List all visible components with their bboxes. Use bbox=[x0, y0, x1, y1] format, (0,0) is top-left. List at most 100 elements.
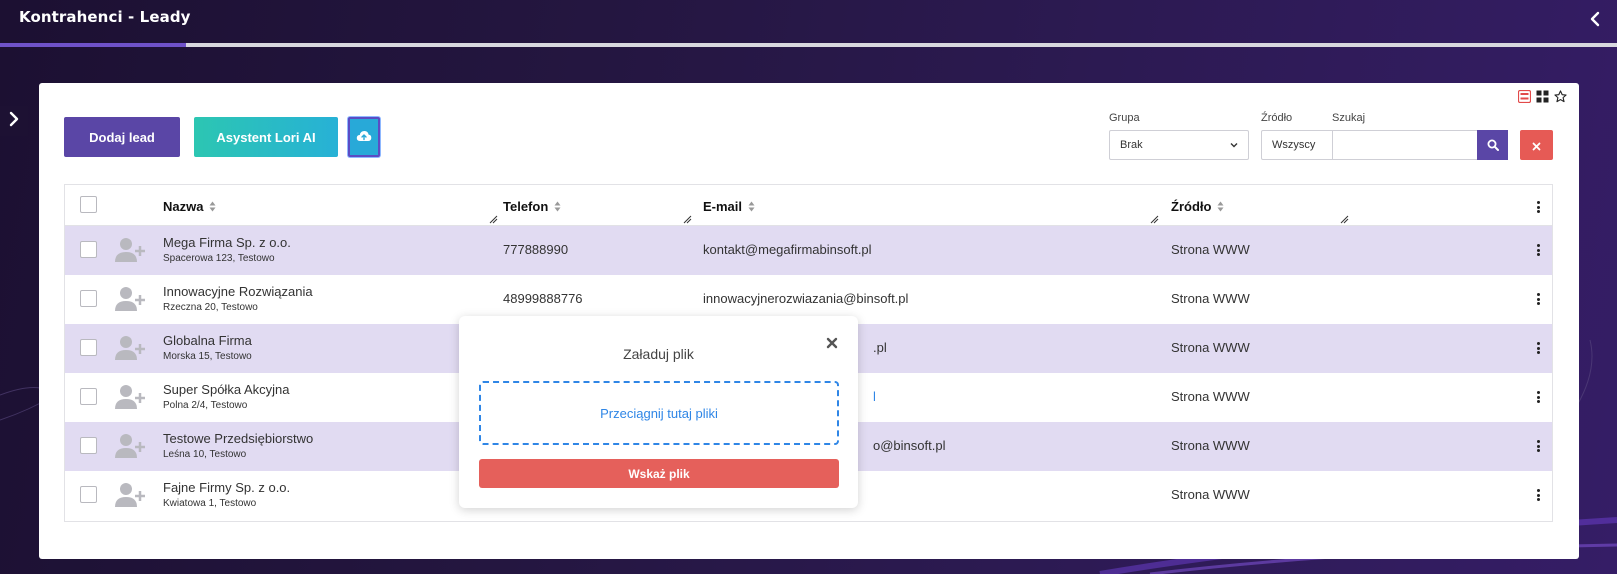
row-phone: 777888990 bbox=[503, 242, 569, 257]
row-email: l bbox=[873, 389, 876, 404]
row-source: Strona WWW bbox=[1171, 438, 1250, 453]
modal-title: Załaduj plik bbox=[623, 346, 694, 362]
column-header-email[interactable]: E-mail bbox=[703, 199, 755, 214]
row-options-icon[interactable] bbox=[1535, 340, 1541, 356]
row-source: Strona WWW bbox=[1171, 487, 1250, 502]
close-icon bbox=[1532, 136, 1541, 155]
column-resize-handle[interactable] bbox=[1340, 215, 1349, 224]
row-options-icon[interactable] bbox=[1535, 487, 1541, 503]
star-icon[interactable] bbox=[1554, 90, 1567, 103]
company-name[interactable]: Testowe Przedsiębiorstwo bbox=[163, 431, 313, 446]
column-resize-handle[interactable] bbox=[1150, 215, 1159, 224]
column-header-phone-label: Telefon bbox=[503, 199, 549, 214]
search-icon bbox=[1487, 136, 1499, 155]
table-row[interactable]: Mega Firma Sp. z o.o. Spacerowa 123, Tes… bbox=[65, 226, 1552, 275]
column-options-icon[interactable] bbox=[1535, 199, 1541, 215]
search-label: Szukaj bbox=[1332, 112, 1366, 124]
row-checkbox[interactable] bbox=[80, 339, 97, 356]
row-options-icon[interactable] bbox=[1535, 438, 1541, 454]
company-address: Leśna 10, Testowo bbox=[163, 449, 247, 460]
upload-modal: Załaduj plik Przeciągnij tutaj pliki Wsk… bbox=[459, 316, 858, 508]
row-options-icon[interactable] bbox=[1535, 389, 1541, 405]
choose-file-button[interactable]: Wskaż plik bbox=[479, 459, 839, 488]
column-resize-handle[interactable] bbox=[489, 215, 498, 224]
source-select-value: Wszyscy bbox=[1272, 139, 1316, 151]
row-email: kontakt@megafirmabinsoft.pl bbox=[703, 242, 872, 257]
row-source: Strona WWW bbox=[1171, 291, 1250, 306]
company-address: Polna 2/4, Testowo bbox=[163, 400, 248, 411]
row-email: o@binsoft.pl bbox=[873, 438, 946, 453]
sort-icon bbox=[1217, 201, 1224, 212]
group-filter-label: Grupa bbox=[1109, 112, 1140, 124]
row-name-cell: Super Spółka Akcyjna Polna 2/4, Testowo bbox=[163, 382, 289, 411]
ai-assistant-button[interactable]: Asystent Lori AI bbox=[194, 117, 338, 157]
search-button[interactable] bbox=[1477, 130, 1508, 160]
sidebar-toggle[interactable] bbox=[0, 106, 28, 136]
chevron-left-icon[interactable] bbox=[1585, 9, 1605, 29]
column-header-phone[interactable]: Telefon bbox=[503, 199, 561, 214]
group-select-value: Brak bbox=[1120, 139, 1143, 151]
column-header-name[interactable]: Nazwa bbox=[163, 199, 216, 214]
progress-bar bbox=[0, 43, 1617, 47]
row-source: Strona WWW bbox=[1171, 340, 1250, 355]
page-title: Kontrahenci - Leady bbox=[19, 8, 191, 26]
chevron-down-icon bbox=[1230, 139, 1238, 151]
row-checkbox[interactable] bbox=[80, 290, 97, 307]
row-source: Strona WWW bbox=[1171, 242, 1250, 257]
group-select[interactable]: Brak bbox=[1109, 130, 1249, 160]
table-header: Nazwa Telefon E-mail Źródło bbox=[65, 185, 1552, 226]
column-header-name-label: Nazwa bbox=[163, 199, 204, 214]
cloud-upload-icon bbox=[356, 130, 372, 145]
company-name[interactable]: Globalna Firma bbox=[163, 333, 252, 348]
add-lead-button[interactable]: Dodaj lead bbox=[64, 117, 180, 157]
add-user-icon bbox=[115, 336, 145, 360]
search-input[interactable] bbox=[1332, 130, 1477, 160]
row-checkbox[interactable] bbox=[80, 388, 97, 405]
row-source: Strona WWW bbox=[1171, 389, 1250, 404]
row-name-cell: Mega Firma Sp. z o.o. Spacerowa 123, Tes… bbox=[163, 235, 291, 264]
row-email: innowacyjnerozwiazania@binsoft.pl bbox=[703, 291, 909, 306]
sort-icon bbox=[554, 201, 561, 212]
row-phone: 48999888776 bbox=[503, 291, 583, 306]
clear-filters-button[interactable] bbox=[1520, 130, 1553, 160]
sort-icon bbox=[209, 201, 216, 212]
source-filter-label: Źródło bbox=[1261, 112, 1293, 124]
company-name[interactable]: Fajne Firmy Sp. z o.o. bbox=[163, 480, 290, 495]
row-email: .pl bbox=[873, 340, 887, 355]
sort-icon bbox=[748, 201, 755, 212]
column-header-source[interactable]: Źródło bbox=[1171, 199, 1224, 214]
upload-button[interactable] bbox=[348, 117, 380, 157]
select-all-checkbox[interactable] bbox=[80, 196, 97, 213]
row-options-icon[interactable] bbox=[1535, 242, 1541, 258]
add-user-icon bbox=[115, 238, 145, 262]
file-dropzone[interactable]: Przeciągnij tutaj pliki bbox=[479, 381, 839, 445]
add-user-icon bbox=[115, 483, 145, 507]
list-view-icon[interactable] bbox=[1518, 90, 1531, 103]
column-header-email-label: E-mail bbox=[703, 199, 743, 214]
row-checkbox[interactable] bbox=[80, 241, 97, 258]
add-user-icon bbox=[115, 385, 145, 409]
company-address: Spacerowa 123, Testowo bbox=[163, 253, 275, 264]
company-name[interactable]: Innowacyjne Rozwiązania bbox=[163, 284, 313, 299]
company-name[interactable]: Super Spółka Akcyjna bbox=[163, 382, 289, 397]
column-header-source-label: Źródło bbox=[1171, 199, 1212, 214]
row-name-cell: Fajne Firmy Sp. z o.o. Kwiatowa 1, Testo… bbox=[163, 480, 290, 509]
top-bar: Kontrahenci - Leady bbox=[0, 0, 1617, 44]
row-checkbox[interactable] bbox=[80, 437, 97, 454]
row-name-cell: Innowacyjne Rozwiązania Rzeczna 20, Test… bbox=[163, 284, 313, 313]
column-resize-handle[interactable] bbox=[683, 215, 692, 224]
company-address: Kwiatowa 1, Testowo bbox=[163, 498, 257, 509]
progress-fill bbox=[0, 43, 186, 47]
row-name-cell: Globalna Firma Morska 15, Testowo bbox=[163, 333, 252, 362]
company-address: Morska 15, Testowo bbox=[163, 351, 252, 362]
chevron-right-icon bbox=[8, 111, 20, 131]
company-address: Rzeczna 20, Testowo bbox=[163, 302, 258, 313]
row-options-icon[interactable] bbox=[1535, 291, 1541, 307]
row-checkbox[interactable] bbox=[80, 486, 97, 503]
company-name[interactable]: Mega Firma Sp. z o.o. bbox=[163, 235, 291, 250]
close-icon[interactable] bbox=[826, 337, 838, 349]
add-user-icon bbox=[115, 287, 145, 311]
grid-view-icon[interactable] bbox=[1536, 90, 1549, 103]
add-user-icon bbox=[115, 434, 145, 458]
row-name-cell: Testowe Przedsiębiorstwo Leśna 10, Testo… bbox=[163, 431, 313, 460]
